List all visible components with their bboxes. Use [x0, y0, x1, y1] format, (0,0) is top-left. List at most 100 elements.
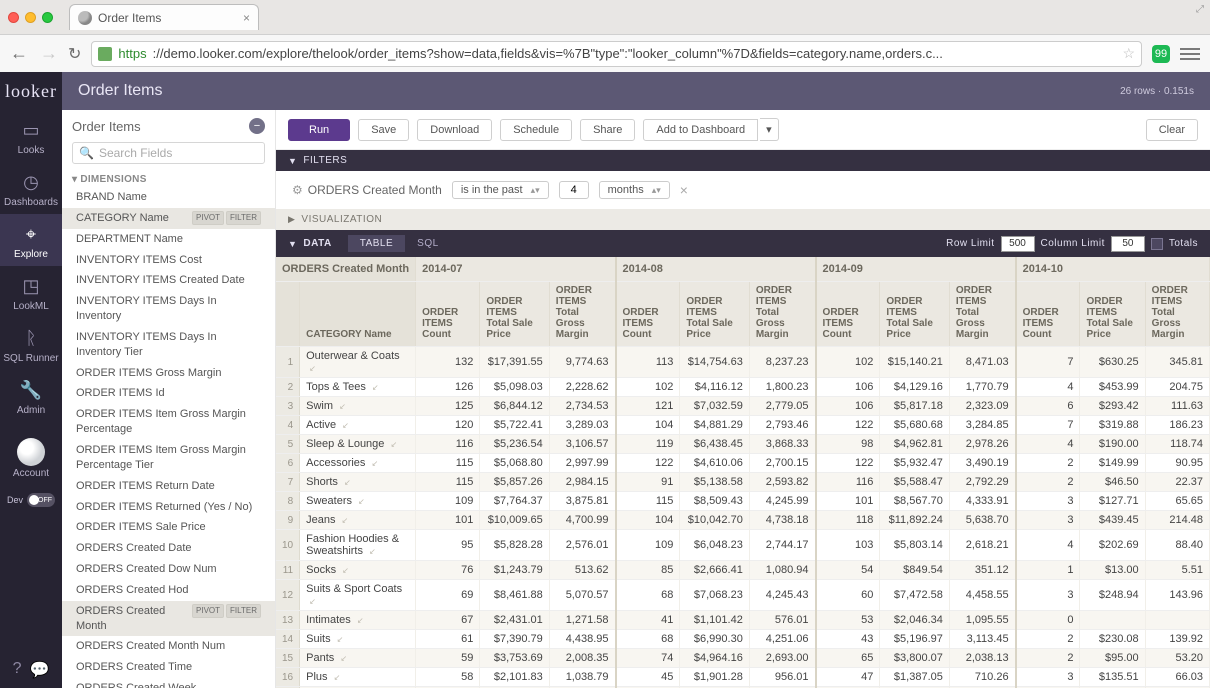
data-cell[interactable]: $2,101.83: [480, 668, 549, 687]
data-cell[interactable]: 214.48: [1145, 511, 1209, 530]
data-cell[interactable]: 106: [816, 378, 880, 397]
data-cell[interactable]: 115: [616, 492, 680, 511]
data-cell[interactable]: 120: [416, 416, 480, 435]
data-cell[interactable]: 1,080.94: [749, 561, 815, 580]
data-cell[interactable]: 3,289.03: [549, 416, 615, 435]
category-cell[interactable]: Active ↙: [300, 416, 416, 435]
data-cell[interactable]: 1,800.23: [749, 378, 815, 397]
data-cell[interactable]: 103: [816, 530, 880, 561]
data-cell[interactable]: 109: [616, 530, 680, 561]
data-cell[interactable]: $149.99: [1080, 454, 1145, 473]
data-cell[interactable]: $15,140.21: [880, 347, 949, 378]
data-cell[interactable]: 1,770.79: [949, 378, 1015, 397]
field-item[interactable]: DEPARTMENT Name: [62, 229, 275, 250]
field-item[interactable]: ORDER ITEMS Return Date: [62, 476, 275, 497]
field-item[interactable]: ORDER ITEMS Returned (Yes / No): [62, 497, 275, 518]
collapse-picker-icon[interactable]: −: [249, 118, 265, 134]
nav-looks[interactable]: ▭Looks: [0, 110, 62, 162]
data-cell[interactable]: $7,068.23: [680, 580, 749, 611]
gear-icon[interactable]: ⚙: [292, 183, 303, 197]
category-cell[interactable]: Shorts ↙: [300, 473, 416, 492]
data-cell[interactable]: $127.71: [1080, 492, 1145, 511]
data-cell[interactable]: 2,323.09: [949, 397, 1015, 416]
data-cell[interactable]: 65.65: [1145, 492, 1209, 511]
data-cell[interactable]: 351.12: [949, 561, 1015, 580]
brand-logo[interactable]: looker: [0, 72, 62, 110]
data-cell[interactable]: $5,588.47: [880, 473, 949, 492]
field-item[interactable]: ORDERS Created Dow Num: [62, 559, 275, 580]
field-item[interactable]: ORDERS Created Hod: [62, 580, 275, 601]
data-cell[interactable]: 4,245.43: [749, 580, 815, 611]
data-cell[interactable]: 2,792.29: [949, 473, 1015, 492]
data-cell[interactable]: 3: [1016, 580, 1080, 611]
minimize-window-icon[interactable]: [25, 12, 36, 23]
data-cell[interactable]: 125: [416, 397, 480, 416]
run-button[interactable]: Run: [288, 119, 350, 141]
data-cell[interactable]: 956.01: [749, 668, 815, 687]
data-cell[interactable]: 2,576.01: [549, 530, 615, 561]
data-cell[interactable]: 101: [416, 511, 480, 530]
data-cell[interactable]: 90.95: [1145, 454, 1209, 473]
data-cell[interactable]: 68: [616, 630, 680, 649]
data-cell[interactable]: 4: [1016, 435, 1080, 454]
data-cell[interactable]: $248.94: [1080, 580, 1145, 611]
data-cell[interactable]: 3: [1016, 492, 1080, 511]
field-item[interactable]: BRAND Name: [62, 187, 275, 208]
data-cell[interactable]: $849.54: [880, 561, 949, 580]
data-cell[interactable]: 7: [1016, 347, 1080, 378]
window-controls[interactable]: [8, 12, 53, 23]
data-cell[interactable]: 67: [416, 611, 480, 630]
data-cell[interactable]: 3,106.57: [549, 435, 615, 454]
data-cell[interactable]: $11,892.24: [880, 511, 949, 530]
data-cell[interactable]: 115: [416, 473, 480, 492]
data-cell[interactable]: 41: [616, 611, 680, 630]
browser-menu-icon[interactable]: [1180, 48, 1200, 60]
data-cell[interactable]: 2,700.15: [749, 454, 815, 473]
tab-close-icon[interactable]: ×: [243, 11, 250, 25]
data-cell[interactable]: 98: [816, 435, 880, 454]
forward-icon[interactable]: →: [40, 43, 58, 64]
category-cell[interactable]: Fashion Hoodies & Sweatshirts ↙: [300, 530, 416, 561]
data-cell[interactable]: $7,032.59: [680, 397, 749, 416]
filter-badge[interactable]: FILTER: [226, 211, 261, 225]
category-cell[interactable]: Sweaters ↙: [300, 492, 416, 511]
data-cell[interactable]: 22.37: [1145, 473, 1209, 492]
data-cell[interactable]: 2,038.13: [949, 649, 1015, 668]
data-cell[interactable]: 45: [616, 668, 680, 687]
data-cell[interactable]: $1,243.79: [480, 561, 549, 580]
data-cell[interactable]: 2,228.62: [549, 378, 615, 397]
data-cell[interactable]: 143.96: [1145, 580, 1209, 611]
filter-op-select[interactable]: is in the past▴▾: [452, 181, 549, 199]
nav-admin[interactable]: 🔧Admin: [0, 370, 62, 422]
data-cell[interactable]: $202.69: [1080, 530, 1145, 561]
data-cell[interactable]: 111.63: [1145, 397, 1209, 416]
data-cell[interactable]: $2,046.34: [880, 611, 949, 630]
data-cell[interactable]: 2: [1016, 630, 1080, 649]
data-cell[interactable]: $4,116.12: [680, 378, 749, 397]
data-cell[interactable]: 54: [816, 561, 880, 580]
data-cell[interactable]: 5,070.57: [549, 580, 615, 611]
data-cell[interactable]: 0: [1016, 611, 1080, 630]
data-cell[interactable]: 58: [416, 668, 480, 687]
category-cell[interactable]: Accessories ↙: [300, 454, 416, 473]
category-cell[interactable]: Outerwear & Coats ↙: [300, 347, 416, 378]
data-cell[interactable]: $5,722.41: [480, 416, 549, 435]
category-cell[interactable]: Pants ↙: [300, 649, 416, 668]
data-grid-scroll[interactable]: ORDERS Created Month2014-072014-082014-0…: [276, 257, 1210, 688]
data-section-header[interactable]: ▼ DATA TABLE SQL Row Limit Column Limit …: [276, 230, 1210, 257]
data-cell[interactable]: $5,680.68: [880, 416, 949, 435]
data-cell[interactable]: 513.62: [549, 561, 615, 580]
save-button[interactable]: Save: [358, 119, 409, 141]
data-cell[interactable]: 4,738.18: [749, 511, 815, 530]
data-cell[interactable]: $4,129.16: [880, 378, 949, 397]
data-cell[interactable]: 106: [816, 397, 880, 416]
data-cell[interactable]: $1,387.05: [880, 668, 949, 687]
category-cell[interactable]: Socks ↙: [300, 561, 416, 580]
download-button[interactable]: Download: [417, 119, 492, 141]
data-cell[interactable]: $4,964.16: [680, 649, 749, 668]
data-cell[interactable]: 132: [416, 347, 480, 378]
data-cell[interactable]: 88.40: [1145, 530, 1209, 561]
data-cell[interactable]: 2,744.17: [749, 530, 815, 561]
data-cell[interactable]: 122: [816, 454, 880, 473]
column-limit-input[interactable]: [1111, 236, 1145, 252]
